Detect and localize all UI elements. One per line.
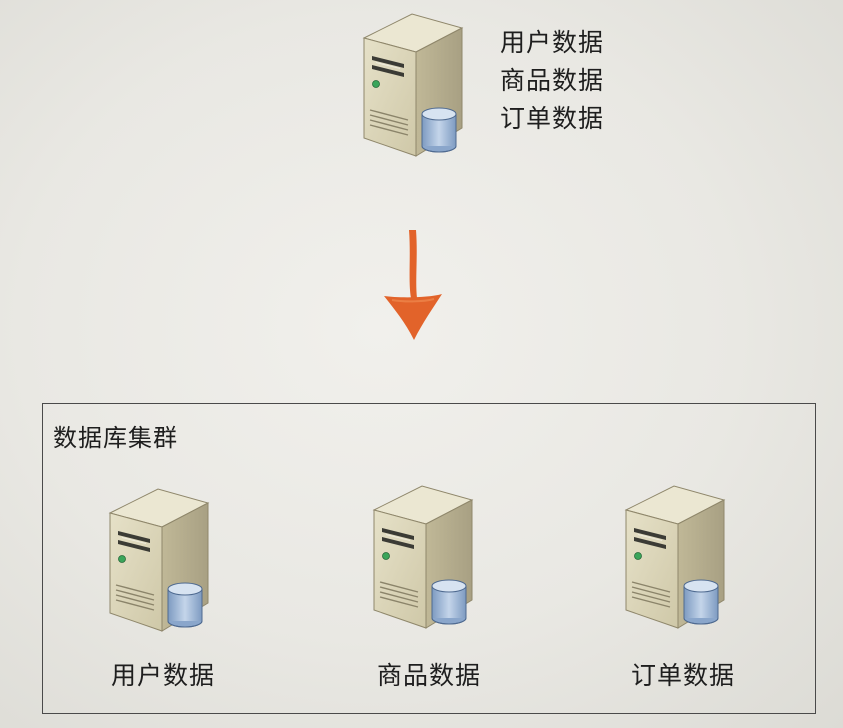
server-icon [362,482,482,632]
cluster-label-user-data: 用户数据 [110,661,215,690]
split-arrow [378,226,448,344]
cluster-label-order-data: 订单数据 [630,661,735,690]
source-label-order-data: 订单数据 [500,104,605,133]
source-server [352,10,472,160]
server-icon [352,10,472,160]
source-label-user-data: 用户数据 [500,28,605,57]
cluster-title: 数据库集群 [53,424,178,452]
cluster-server-product [362,482,482,632]
source-label-product-data: 商品数据 [500,66,605,95]
server-icon [614,482,734,632]
cluster-server-order [614,482,734,632]
server-icon [98,485,218,635]
source-data-labels: 用户数据 商品数据 订单数据 [500,24,650,138]
arrow-down-icon [384,230,442,340]
cluster-label-product-data: 商品数据 [376,661,481,690]
cluster-server-user [98,485,218,635]
